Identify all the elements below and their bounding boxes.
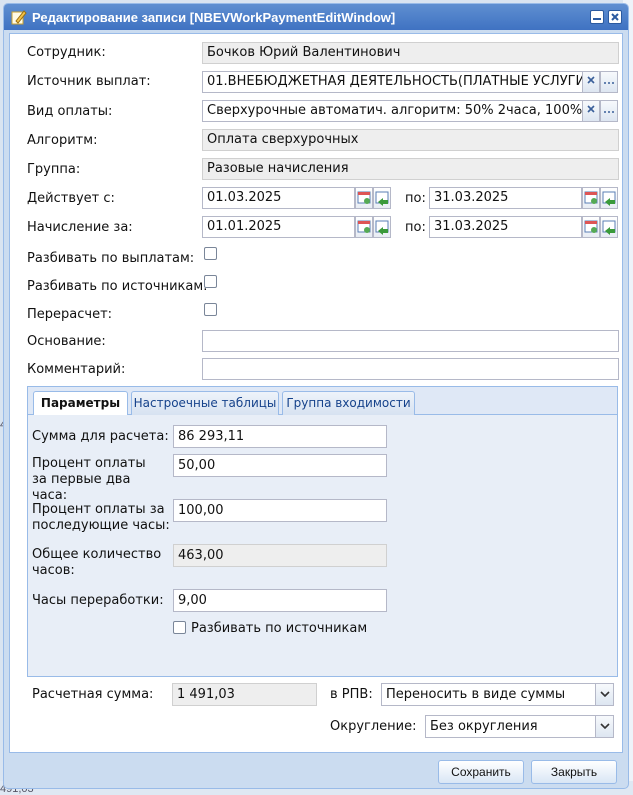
accrual-from-field[interactable]: 01.01.2025	[202, 216, 355, 238]
source-label: Источник выплат:	[27, 74, 151, 89]
tab-strip: Параметры Настроечные таблицы Группа вхо…	[28, 387, 617, 416]
close-button[interactable]: Закрыть	[531, 760, 617, 784]
source-field[interactable]: 01.ВНЕБЮДЖЕТНАЯ ДЕЯТЕЛЬНОСТЬ(ПЛАТНЫЕ УСЛ…	[202, 71, 583, 93]
paytype-field[interactable]: Сверхурочные автоматич. алгоритм: 50% 2ч…	[202, 100, 583, 122]
date-arrow-icon[interactable]	[373, 187, 391, 209]
parameters-tab-body: Сумма для расчета: 86 293,11 Процент опл…	[28, 415, 617, 676]
basis-field[interactable]	[202, 330, 619, 352]
paytype-label: Вид оплаты:	[27, 104, 113, 119]
edit-window: Редактирование записи [NBEVWorkPaymentEd…	[3, 3, 629, 789]
group-label: Группа:	[27, 162, 81, 177]
tab-panel: Параметры Настроечные таблицы Группа вхо…	[27, 386, 618, 677]
valid-from-field[interactable]: 01.03.2025	[202, 187, 355, 209]
sum-label: Сумма для расчета:	[32, 429, 169, 444]
form-panel: Сотрудник: Бочков Юрий Валентинович Исто…	[9, 33, 623, 753]
paytype-more-icon[interactable]	[600, 100, 618, 122]
window-titlebar[interactable]: Редактирование записи [NBEVWorkPaymentEd…	[4, 4, 628, 30]
tab-membership-group[interactable]: Группа входимости	[282, 391, 415, 415]
overtime-field[interactable]: 9,00	[173, 589, 387, 612]
pct-first-label: Процент оплаты за первые два часа:	[32, 456, 146, 503]
paytype-clear-icon[interactable]	[582, 100, 600, 122]
save-button[interactable]: Сохранить	[438, 760, 524, 784]
rpv-combo[interactable]: Переносить в виде суммы	[381, 683, 614, 706]
edit-pencil-icon	[11, 9, 27, 25]
tab-parameters[interactable]: Параметры	[33, 391, 128, 416]
employee-label: Сотрудник:	[27, 45, 106, 60]
recalc-label: Перерасчет:	[27, 307, 113, 322]
chevron-down-icon[interactable]	[595, 684, 613, 705]
source-more-icon[interactable]	[600, 71, 618, 93]
valid-from-label: Действует с:	[27, 191, 115, 206]
comment-label: Комментарий:	[27, 362, 126, 377]
split-sources-label: Разбивать по источникам:	[27, 279, 208, 294]
recalc-checkbox[interactable]	[204, 303, 217, 316]
close-icon[interactable]	[608, 10, 622, 24]
hours-total-label: Общее количество часов:	[32, 547, 162, 578]
calendar-icon[interactable]	[355, 187, 373, 209]
calendar-icon[interactable]	[355, 216, 373, 238]
window-title: Редактирование записи [NBEVWorkPaymentEd…	[32, 10, 396, 25]
calendar-icon[interactable]	[582, 216, 600, 238]
date-arrow-icon[interactable]	[600, 187, 618, 209]
employee-field: Бочков Юрий Валентинович	[202, 42, 619, 64]
split-by-sources-checkbox[interactable]	[173, 621, 186, 634]
group-field: Разовые начисления	[202, 158, 619, 180]
valid-to-label: по:	[405, 191, 426, 206]
calendar-icon[interactable]	[582, 187, 600, 209]
source-clear-icon[interactable]	[582, 71, 600, 93]
rpv-combo-value: Переносить в виде суммы	[386, 687, 566, 702]
chevron-down-icon[interactable]	[595, 716, 613, 737]
valid-to-field[interactable]: 31.03.2025	[429, 187, 582, 209]
split-payments-checkbox[interactable]	[204, 247, 217, 260]
split-sources-checkbox[interactable]	[204, 275, 217, 288]
tab-settings-tables[interactable]: Настроечные таблицы	[131, 391, 279, 415]
overtime-label: Часы переработки:	[32, 593, 164, 608]
date-arrow-icon[interactable]	[373, 216, 391, 238]
rounding-label: Округление:	[330, 719, 417, 734]
sum-field[interactable]: 86 293,11	[173, 425, 387, 448]
basis-label: Основание:	[27, 334, 106, 349]
comment-field[interactable]	[202, 358, 619, 380]
pct-first-field[interactable]: 50,00	[173, 454, 387, 477]
hours-total-field: 463,00	[173, 544, 387, 567]
pct-next-field[interactable]: 100,00	[173, 499, 387, 522]
accrual-to-label: по:	[405, 220, 426, 235]
minimize-icon[interactable]	[590, 10, 604, 24]
algorithm-field: Оплата сверхурочных	[202, 129, 619, 151]
rounding-combo-value: Без округления	[430, 719, 538, 734]
accrual-label: Начисление за:	[27, 220, 133, 235]
rounding-combo[interactable]: Без округления	[425, 715, 614, 738]
calc-sum-field: 1 491,03	[172, 683, 317, 706]
pct-next-label: Процент оплаты за последующие часы:	[32, 502, 170, 533]
calc-sum-label: Расчетная сумма:	[32, 687, 154, 702]
rpv-label: в РПВ:	[330, 687, 373, 702]
split-by-sources-label: Разбивать по источникам	[191, 621, 368, 636]
accrual-to-field[interactable]: 31.03.2025	[429, 216, 582, 238]
algorithm-label: Алгоритм:	[27, 133, 98, 148]
split-payments-label: Разбивать по выплатам:	[27, 251, 195, 266]
date-arrow-icon[interactable]	[600, 216, 618, 238]
